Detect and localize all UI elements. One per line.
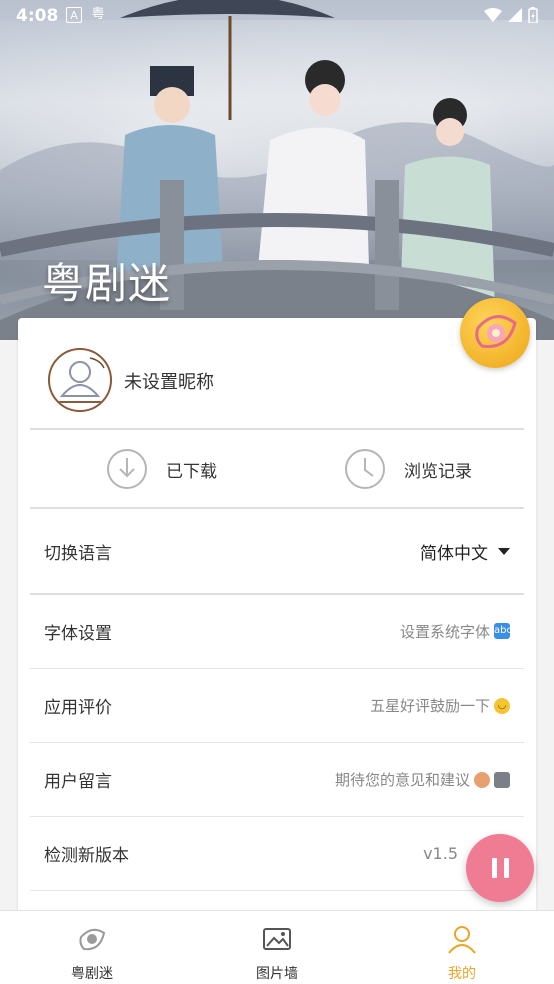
language-value: 简体中文 [420, 543, 488, 564]
nickname: 未设置昵称 [124, 372, 214, 393]
avatar-placeholder-icon [56, 357, 105, 403]
signal-icon [508, 8, 522, 22]
downloaded-button[interactable]: 已下载 [106, 430, 217, 508]
pause-button[interactable] [466, 834, 534, 902]
profile-icon [448, 926, 476, 954]
pause-bar-left [491, 858, 497, 878]
feedback-hint: 期待您的意见和建议 [334, 771, 470, 789]
yue-char-icon: 粤 [91, 7, 105, 22]
avatar[interactable] [48, 348, 112, 412]
rate-app-title: 应用评价 [44, 698, 112, 718]
font-settings-hint: 设置系统字体 [399, 622, 490, 641]
quick-divider [30, 507, 524, 509]
hero-banner: 粤剧迷 [0, 0, 554, 340]
font-settings-row[interactable]: 字体设置 设置系统字体 abc [30, 595, 524, 667]
quick-actions: 已下载 浏览记录 [30, 430, 524, 508]
status-time: 4:08 [16, 6, 59, 26]
rate-app-row[interactable]: 应用评价 五星好评鼓励一下 ◡ [30, 669, 524, 742]
nav-item-home[interactable]: 粤剧迷 [0, 911, 184, 984]
pause-bar-right [503, 858, 509, 878]
clock-icon [345, 449, 385, 489]
language-select[interactable]: 简体中文 [420, 539, 510, 564]
wifi-icon [484, 8, 502, 22]
language-title: 切换语言 [44, 543, 112, 564]
dropdown-caret-icon [498, 547, 510, 555]
font-settings-title: 字体设置 [44, 623, 112, 644]
download-icon [107, 449, 147, 489]
nav-item-mine[interactable]: 我的 [370, 911, 554, 984]
rate-app-value: 五星好评鼓励一下 ◡ [370, 695, 510, 716]
nav-label-gallery: 图片墙 [256, 966, 298, 982]
abc-emoji-icon: abc [494, 623, 512, 639]
feedback-row[interactable]: 用户留言 期待您的意见和建议 [30, 743, 524, 816]
boy-emoji-icon [474, 771, 490, 788]
feedback-value: 期待您的意见和建议 [335, 769, 510, 790]
history-label: 浏览记录 [404, 461, 472, 482]
font-settings-value: 设置系统字体 abc [399, 621, 512, 642]
downloaded-label: 已下载 [166, 461, 217, 482]
opera-logo-icon [79, 928, 106, 951]
history-button[interactable]: 浏览记录 [344, 430, 472, 508]
laptop-emoji-icon [494, 771, 510, 788]
feedback-title: 用户留言 [44, 772, 112, 792]
nav-label-mine: 我的 [448, 966, 476, 982]
check-update-row[interactable]: 检测新版本 v1.5 [30, 817, 524, 890]
smile-emoji-icon: ◡ [494, 697, 510, 714]
status-system-icons [484, 7, 538, 23]
status-bar: 4:08 A 粤 [0, 0, 554, 32]
nav-label-home: 粤剧迷 [71, 966, 113, 982]
battery-icon [528, 7, 538, 23]
row-divider [30, 890, 524, 891]
check-update-title: 检测新版本 [44, 846, 129, 866]
a-letter-icon: A [66, 7, 82, 23]
image-icon [263, 928, 291, 950]
status-notification-icons: A 粤 [66, 7, 106, 23]
nav-item-gallery[interactable]: 图片墙 [185, 911, 369, 984]
rate-app-hint: 五星好评鼓励一下 [369, 697, 490, 715]
profile-header[interactable]: 未设置昵称 [30, 342, 524, 428]
language-row[interactable]: 切换语言 简体中文 [30, 510, 524, 592]
bottom-navigation: 粤剧迷 图片墙 我的 [0, 910, 554, 984]
hero-title: 粤剧迷 [42, 259, 172, 308]
